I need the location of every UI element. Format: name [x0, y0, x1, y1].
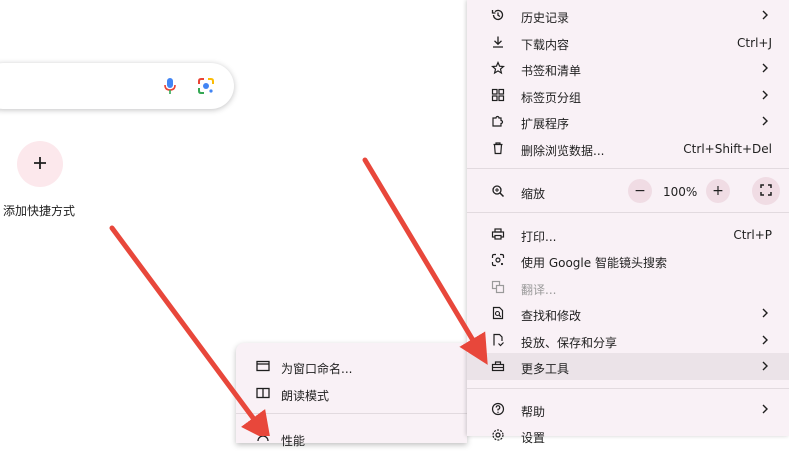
chevron-right-icon [759, 334, 771, 346]
menu-item-label: 更多工具 [521, 362, 570, 376]
chevron-right-icon [759, 9, 771, 21]
menu-divider [467, 212, 789, 213]
zoom-row: 缩放 − 100% + [467, 175, 789, 207]
annotation-arrow [362, 157, 488, 365]
fullscreen-icon [760, 183, 772, 199]
chevron-right-icon [759, 62, 771, 74]
plus-icon [33, 156, 47, 173]
menu-item-label: 查找和修改 [521, 309, 582, 323]
print-icon [491, 227, 505, 241]
puzzle-icon [491, 114, 505, 128]
cast-icon [491, 333, 505, 347]
zoom-out-button[interactable]: − [628, 179, 652, 203]
menu-item-history[interactable]: 历史记录 [467, 2, 789, 29]
chevron-right-icon [759, 307, 771, 319]
submenu-divider [236, 413, 467, 414]
menu-item-label: 设置 [521, 431, 546, 445]
settings-icon [491, 428, 505, 442]
keyboard-shortcut: Ctrl+P [733, 228, 772, 242]
reading-mode-icon [256, 386, 270, 403]
google-lens-icon[interactable] [197, 77, 215, 98]
menu-item-label: 投放、保存和分享 [521, 336, 618, 350]
microphone-icon[interactable] [163, 77, 177, 98]
menu-item-find-edit[interactable]: 查找和修改 [467, 300, 789, 327]
performance-icon [256, 431, 270, 448]
menu-item-bookmarks[interactable]: 书签和清单 [467, 55, 789, 82]
lens-icon [491, 253, 505, 267]
menu-item-label: 历史记录 [521, 11, 570, 25]
menu-divider [467, 388, 789, 389]
chevron-right-icon [759, 89, 771, 101]
zoom-icon [491, 184, 505, 201]
submenu-item-reading-mode[interactable]: 朗读模式 [236, 380, 467, 407]
chevron-right-icon [759, 360, 771, 372]
menu-item-extensions[interactable]: 扩展程序 [467, 108, 789, 135]
menu-item-label: 翻译... [521, 283, 557, 297]
menu-item-label: 帮助 [521, 405, 546, 419]
toolbox-icon [491, 359, 505, 373]
help-icon [491, 402, 505, 416]
find-icon [491, 306, 505, 320]
zoom-label: 缩放 [521, 187, 546, 201]
more-tools-submenu: 为窗口命名... 朗读模式 性能 [236, 343, 467, 448]
submenu-item-label: 为窗口命名... [281, 362, 353, 376]
history-icon [491, 8, 505, 22]
add-shortcut-label: 添加快捷方式 [3, 204, 76, 218]
chevron-right-icon [759, 403, 771, 415]
trash-icon [491, 141, 505, 155]
submenu-item-label: 朗读模式 [281, 389, 330, 403]
menu-item-label: 删除浏览数据... [521, 144, 605, 158]
menu-item-more-tools[interactable]: 更多工具 [467, 353, 789, 380]
add-shortcut-button[interactable] [17, 141, 63, 187]
submenu-item-performance[interactable]: 性能 [236, 425, 467, 452]
submenu-item-label: 性能 [281, 434, 306, 448]
menu-item-label: 扩展程序 [521, 117, 570, 131]
menu-item-translate[interactable]: 翻译... [467, 274, 789, 301]
submenu-item-name-window[interactable]: 为窗口命名... [236, 353, 467, 380]
download-icon [491, 35, 505, 49]
zoom-value: 100% [663, 185, 698, 199]
menu-item-downloads[interactable]: 下载内容 Ctrl+J [467, 29, 789, 56]
browser-main-menu: 历史记录 下载内容 Ctrl+J 书签和清单 标签页分组 扩展程序 删除浏览数据… [467, 0, 789, 445]
tab-groups-icon [491, 88, 505, 102]
menu-item-google-lens[interactable]: 使用 Google 智能镜头搜索 [467, 247, 789, 274]
fullscreen-button[interactable] [752, 177, 780, 205]
window-icon [256, 359, 270, 376]
menu-item-label: 使用 Google 智能镜头搜索 [521, 256, 667, 270]
menu-item-help[interactable]: 帮助 [467, 396, 789, 423]
zoom-in-button[interactable]: + [706, 179, 730, 203]
menu-item-label: 下载内容 [521, 38, 570, 52]
keyboard-shortcut: Ctrl+Shift+Del [683, 142, 772, 156]
menu-item-label: 打印... [521, 230, 557, 244]
menu-item-label: 书签和清单 [521, 64, 582, 78]
star-icon [491, 60, 505, 75]
menu-divider [467, 168, 789, 169]
menu-item-print[interactable]: 打印... Ctrl+P [467, 221, 789, 248]
menu-item-tab-groups[interactable]: 标签页分组 [467, 82, 789, 109]
menu-item-label: 标签页分组 [521, 91, 582, 105]
keyboard-shortcut: Ctrl+J [737, 36, 772, 50]
translate-icon [491, 280, 505, 294]
chevron-right-icon [759, 115, 771, 127]
menu-item-clear-browsing-data[interactable]: 删除浏览数据... Ctrl+Shift+Del [467, 135, 789, 162]
menu-item-cast-save-share[interactable]: 投放、保存和分享 [467, 327, 789, 354]
search-box[interactable] [0, 63, 234, 109]
